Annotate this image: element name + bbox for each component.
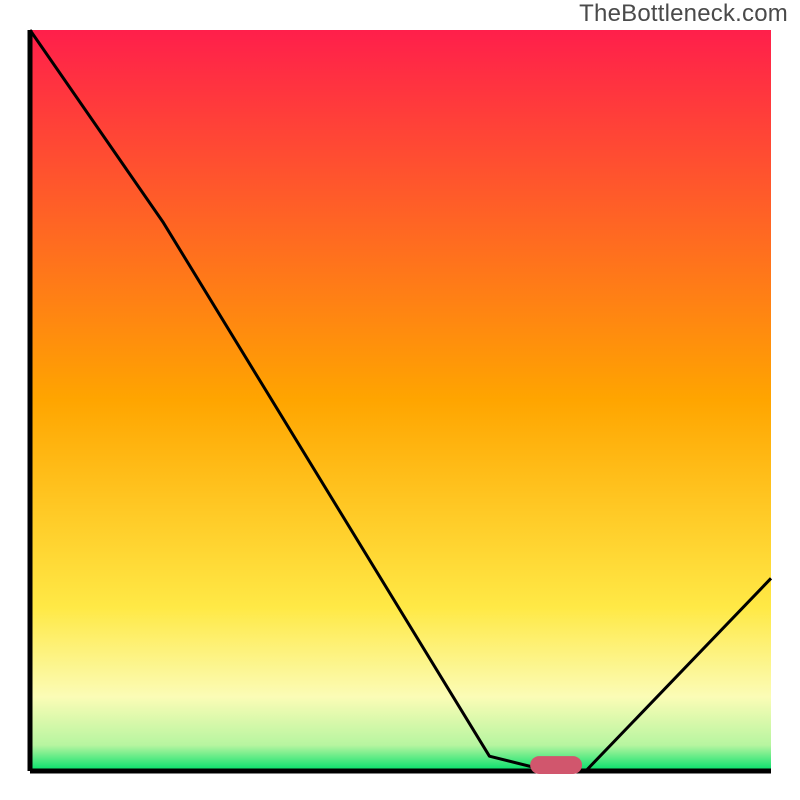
bottleneck-chart-svg [0, 0, 800, 800]
plot-area [30, 30, 771, 774]
optimal-marker [530, 756, 582, 774]
gradient-background [30, 30, 771, 771]
chart-canvas: TheBottleneck.com [0, 0, 800, 800]
